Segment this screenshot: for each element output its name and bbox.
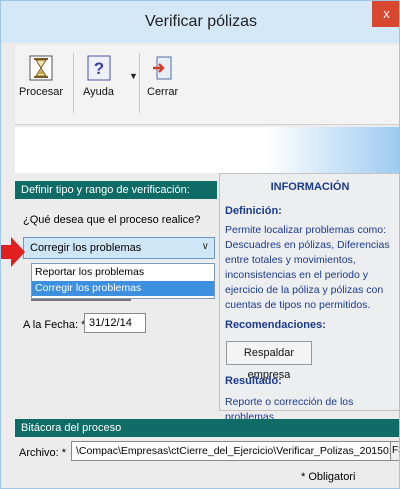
file-path-field[interactable]: \Compac\Empresas\ctCierre_del_Ejercicio\… — [71, 441, 391, 461]
verify-policies-window: Verificar pólizas x Procesar ? Ayuda ▼ C… — [0, 0, 400, 489]
header-banner — [15, 127, 399, 173]
result-heading: Resultado: — [225, 375, 282, 387]
log-section-header: Bitácora del proceso — [15, 419, 399, 437]
ayuda-dropdown-arrow-icon[interactable]: ▼ — [129, 71, 138, 81]
exit-door-icon — [152, 56, 172, 80]
hourglass-icon — [29, 55, 53, 81]
backup-company-button[interactable]: Respaldar empresa — [226, 341, 312, 381]
verification-section-header: Definir tipo y rango de verificación: — [15, 181, 217, 199]
ayuda-button[interactable]: ? Ayuda — [83, 55, 114, 98]
cerrar-button[interactable]: Cerrar — [147, 55, 178, 98]
definition-text: Permite localizar problemas como: Descua… — [225, 224, 390, 311]
f3-browse-button[interactable]: F3 — [390, 441, 399, 461]
procesar-label: Procesar — [19, 86, 64, 98]
date-label: A la Fecha: * — [23, 319, 86, 331]
file-label: Archivo: * — [19, 447, 67, 459]
cerrar-label: Cerrar — [147, 86, 179, 98]
process-action-selected-value: Corregir los problemas — [30, 242, 142, 254]
option-correct-problems[interactable]: Corregir los problemas — [32, 281, 214, 296]
definition-heading: Definición: — [225, 205, 282, 217]
process-question-label: ¿Qué desea que el proceso realice? — [23, 214, 201, 226]
process-action-select[interactable]: Corregir los problemas ∨ — [23, 237, 215, 259]
procesar-button[interactable]: Procesar — [19, 55, 63, 98]
obscured-field-underline — [31, 299, 131, 301]
process-action-dropdown: Reportar los problemas Corregir los prob… — [31, 263, 215, 299]
title-bar: Verificar pólizas x — [1, 1, 399, 43]
info-title: INFORMACIÓN — [270, 181, 350, 193]
recommendations-heading: Recomendaciones: — [225, 319, 326, 331]
toolbar-separator — [73, 53, 74, 113]
pointer-arrow-icon — [1, 237, 25, 267]
window-title: Verificar pólizas — [144, 13, 258, 30]
toolbar: Procesar ? Ayuda ▼ Cerrar — [15, 45, 399, 125]
svg-text:?: ? — [93, 59, 103, 78]
help-icon: ? — [87, 55, 110, 81]
date-field[interactable]: 31/12/14 — [84, 313, 146, 333]
option-report-problems[interactable]: Reportar los problemas — [32, 265, 214, 280]
close-button[interactable]: x — [372, 1, 399, 27]
toolbar-separator — [139, 53, 140, 113]
ayuda-label: Ayuda — [83, 86, 114, 98]
required-fields-note: * Obligatori — [301, 471, 356, 483]
chevron-down-icon[interactable]: ∨ — [202, 241, 209, 252]
